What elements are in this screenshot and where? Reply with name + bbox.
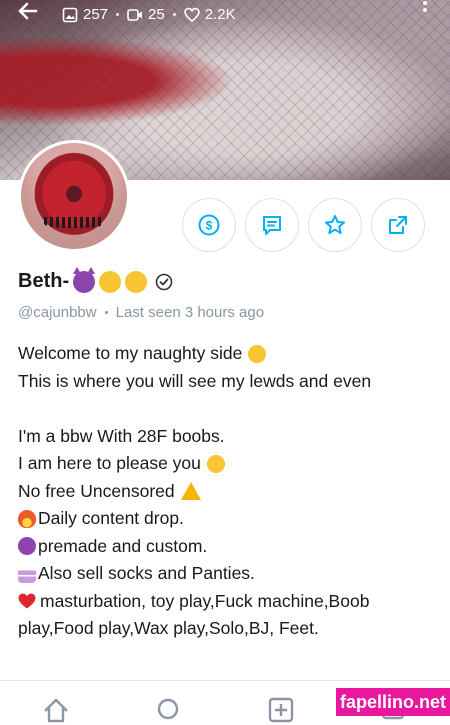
- bio-line: No free Uncensored: [18, 478, 438, 506]
- red-heart-emoji-icon: [18, 593, 36, 609]
- stat-videos: 25: [127, 6, 165, 23]
- bio-text: Daily content drop.: [38, 508, 184, 528]
- profile-actions: $: [182, 198, 425, 252]
- bio-text: masturbation, toy play,Fuck machine,Boob: [40, 590, 370, 611]
- profile-meta: @cajunbbw Last seen 3 hours ago: [18, 304, 264, 321]
- svg-text:$: $: [206, 219, 213, 233]
- wink-emoji-icon: [248, 344, 267, 363]
- profile-bio: Welcome to my naughty side This is where…: [18, 340, 438, 643]
- kiss-emoji-icon: [206, 454, 225, 473]
- top-bar: 257 25 2.2K: [0, 0, 450, 36]
- stat-separator: [116, 13, 120, 16]
- smirk-emoji-icon: [125, 270, 148, 293]
- bio-text: Also sell socks and Panties.: [38, 563, 255, 583]
- bio-text: I am here to please you: [18, 453, 201, 473]
- stat-separator: [172, 13, 176, 16]
- verified-icon: [155, 273, 173, 290]
- kiss-emoji-icon: [99, 270, 122, 293]
- heart-icon: [183, 7, 200, 22]
- profile-handle: @cajunbbw: [18, 304, 97, 321]
- devil-emoji-icon: [73, 266, 96, 293]
- dollar-icon: $: [198, 214, 220, 236]
- bio-text: premade and custom.: [38, 535, 208, 556]
- watermark: fapellino.net: [336, 688, 450, 716]
- bio-text: Welcome to my naughty side: [18, 343, 243, 363]
- video-icon: [127, 8, 143, 21]
- profile-stats: 257 25 2.2K: [62, 6, 236, 23]
- warning-emoji-icon: [180, 482, 201, 501]
- bio-line: I am here to please you: [18, 450, 438, 478]
- bio-line: This is where you will see my lewds and …: [18, 368, 438, 396]
- bio-text: No free Uncensored: [18, 480, 175, 501]
- profile-name-row: Beth-: [18, 266, 173, 293]
- message-button[interactable]: [245, 198, 299, 252]
- back-arrow-icon[interactable]: [14, 0, 44, 26]
- bio-line: Daily content drop.: [18, 505, 438, 533]
- bio-line: Welcome to my naughty side: [18, 340, 438, 368]
- bio-text: play,Food play,Wax play,Solo,BJ, Feet.: [18, 618, 319, 638]
- tip-button[interactable]: $: [182, 198, 236, 252]
- last-seen: Last seen 3 hours ago: [115, 304, 265, 321]
- favorite-button[interactable]: [308, 198, 362, 252]
- home-icon[interactable]: [41, 695, 71, 725]
- stat-likes-count: 2.2K: [204, 6, 236, 23]
- star-icon: [325, 215, 345, 234]
- devil-emoji-icon: [18, 537, 36, 556]
- search-icon[interactable]: [154, 695, 184, 725]
- add-post-icon[interactable]: [266, 695, 296, 725]
- stat-likes: 2.2K: [183, 6, 236, 23]
- bio-blank-line: [18, 395, 438, 423]
- stat-photos-count: 257: [83, 6, 109, 23]
- share-button[interactable]: [371, 198, 425, 252]
- avatar[interactable]: [18, 140, 130, 252]
- bio-text: This is where you will see my lewds and …: [18, 370, 372, 391]
- bio-line: I'm a bbw With 28F boobs.: [18, 423, 438, 451]
- bio-text: I'm a bbw With 28F boobs.: [18, 425, 225, 446]
- bio-line: masturbation, toy play,Fuck machine,Boob: [18, 588, 438, 616]
- profile-name: Beth-: [18, 270, 70, 292]
- bio-line: play,Food play,Wax play,Solo,BJ, Feet.: [18, 615, 438, 643]
- bio-line: Also sell socks and Panties.: [18, 560, 438, 588]
- more-options-icon[interactable]: [420, 0, 430, 20]
- image-icon: [62, 7, 78, 22]
- stat-photos: 257: [62, 6, 108, 23]
- share-icon: [389, 216, 407, 234]
- fire-emoji-icon: [18, 509, 36, 528]
- bikini-emoji-icon: [18, 564, 36, 583]
- meta-separator: [104, 311, 108, 314]
- chat-icon: [263, 216, 281, 235]
- stat-videos-count: 25: [148, 6, 165, 23]
- bio-line: premade and custom.: [18, 533, 438, 561]
